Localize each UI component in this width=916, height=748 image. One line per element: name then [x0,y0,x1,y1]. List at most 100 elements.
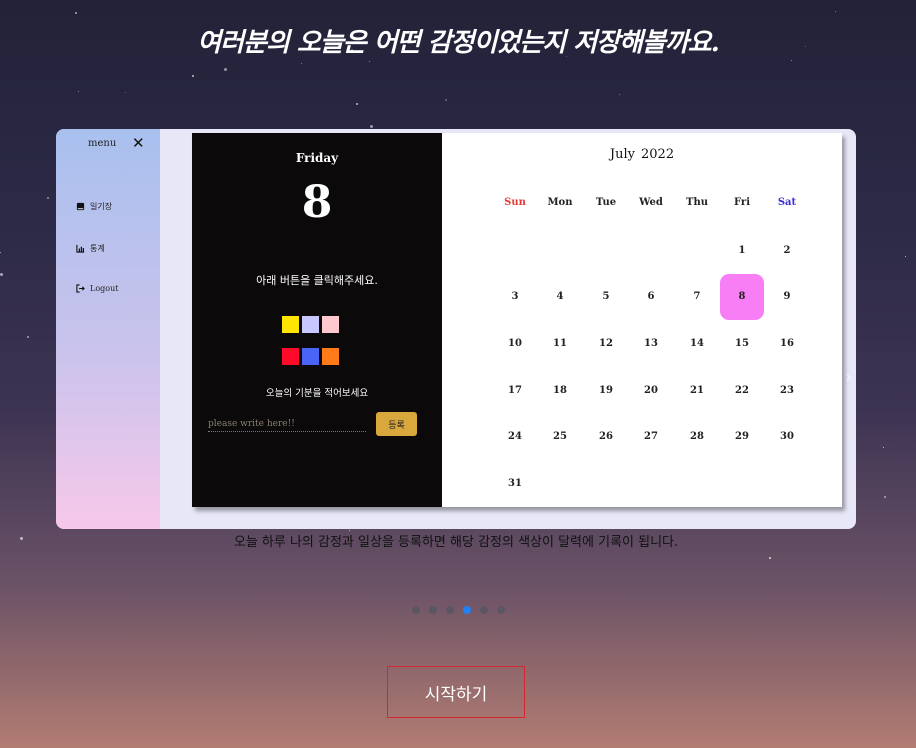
color-swatch[interactable] [302,348,319,365]
book-icon [76,202,85,211]
weekday-header: Tue [595,197,617,208]
calendar-day[interactable]: 1 [722,244,762,258]
sidebar-item-label: 통계 [90,244,105,253]
calendar-day[interactable]: 25 [540,430,580,444]
star [835,10,837,12]
color-swatch[interactable] [282,316,299,333]
calendar: July 2022 Sun Mon Tue Wed Thu Fri Sat 1 2 3 4 5 6 7 8 9 1… [442,133,842,507]
calendar-day[interactable]: 16 [767,337,807,351]
sidebar-menu-label: menu [88,138,117,149]
calendar-day[interactable]: 11 [540,337,580,351]
star [769,557,772,560]
calendar-day[interactable]: 24 [495,430,535,444]
calendar-day[interactable]: 21 [677,384,717,398]
star [618,94,620,96]
calendar-day[interactable]: 26 [586,430,626,444]
sidebar-item-label: 일기장 [90,202,113,211]
star [445,98,448,101]
close-icon[interactable]: ✕ [132,134,145,152]
star [905,255,907,257]
color-swatch-row [282,348,342,365]
mood-label: 오늘의 기분을 적어보세요 [265,388,369,399]
chart-icon [76,244,85,253]
preview-card: menu ✕ 일기장 통계 Logout Friday 8 아래 버튼을 클릭해… [56,129,856,529]
instruction-text: 아래 버튼을 클릭해주세요. [256,274,378,287]
calendar-day[interactable]: 30 [767,430,807,444]
color-swatch[interactable] [322,316,339,333]
color-swatch[interactable] [302,316,319,333]
calendar-day[interactable]: 10 [495,337,535,351]
calendar-day[interactable]: 31 [495,477,535,491]
color-swatch[interactable] [322,348,339,365]
calendar-day[interactable]: 23 [767,384,807,398]
mood-input[interactable] [208,417,366,432]
pagination-dot[interactable] [429,606,437,614]
calendar-day[interactable]: 12 [586,337,626,351]
diary-panel: Friday 8 아래 버튼을 클릭해주세요. 오늘의 기분을 적어보세요 등록… [192,133,842,507]
star [883,496,886,499]
weekday-header: Sun [504,197,526,208]
slide-caption: 오늘 하루 나의 감정과 일상을 등록하면 해당 감정의 색상이 달력에 기록이… [233,535,679,550]
calendar-title: July 2022 [442,147,842,162]
calendar-day[interactable]: 22 [722,384,762,398]
calendar-day[interactable]: 3 [495,290,535,304]
weekday-header: Sat [777,197,797,208]
calendar-day[interactable]: 17 [495,384,535,398]
start-button[interactable]: 시작하기 [387,666,525,718]
sidebar: menu ✕ 일기장 통계 Logout [56,129,160,529]
calendar-day[interactable]: 19 [586,384,626,398]
calendar-day[interactable]: 20 [631,384,671,398]
sidebar-item-diary[interactable]: 일기장 [76,201,112,212]
sidebar-item-stats[interactable]: 통계 [76,243,105,254]
calendar-month: July [609,147,635,162]
calendar-day[interactable]: 2 [767,244,807,258]
star [368,61,370,63]
calendar-day[interactable]: 13 [631,337,671,351]
star [370,125,374,128]
page-headline: 여러분의 오늘은 어떤 감정이었는지 저장해볼까요. [197,28,720,58]
color-swatch[interactable] [282,348,299,365]
star [224,68,228,72]
calendar-day[interactable]: 9 [767,290,807,304]
star [0,252,2,254]
pagination-dot[interactable] [446,606,454,614]
calendar-day[interactable]: 28 [677,430,717,444]
star [26,336,29,339]
star [46,197,49,199]
star [74,11,77,14]
sidebar-item-label: Logout [90,284,119,293]
calendar-day[interactable]: 7 [677,290,717,304]
calendar-day[interactable]: 15 [722,337,762,351]
star [0,272,4,276]
pagination [412,606,505,614]
calendar-day[interactable]: 6 [631,290,671,304]
calendar-day[interactable]: 29 [722,430,762,444]
calendar-day[interactable]: 18 [540,384,580,398]
pagination-dot[interactable] [412,606,420,614]
logout-icon [76,284,85,293]
weekday-header: Wed [639,197,663,208]
star [77,91,79,93]
pagination-dot[interactable] [480,606,488,614]
star [882,447,884,449]
color-swatch-row [282,316,342,333]
star [300,63,302,65]
calendar-day[interactable]: 27 [631,430,671,444]
register-button[interactable]: 등록 [376,412,417,436]
weekday-header: Thu [686,197,708,208]
calendar-day[interactable]: 5 [586,290,626,304]
weekday-header: Fri [734,197,750,208]
star [355,102,358,105]
calendar-day[interactable]: 4 [540,290,580,304]
today-panel: Friday 8 아래 버튼을 클릭해주세요. 오늘의 기분을 적어보세요 등록 [192,133,442,507]
pagination-dot[interactable] [463,606,471,614]
weekday-label: Friday [295,151,339,165]
calendar-year: 2022 [641,147,675,162]
chevron-right-icon[interactable]: › [834,352,864,408]
calendar-day[interactable]: 14 [677,337,717,351]
weekday-header: Mon [547,197,573,208]
pagination-dot[interactable] [497,606,505,614]
sidebar-item-logout[interactable]: Logout [76,284,118,293]
calendar-day-selected[interactable]: 8 [720,274,764,320]
star [791,59,793,61]
